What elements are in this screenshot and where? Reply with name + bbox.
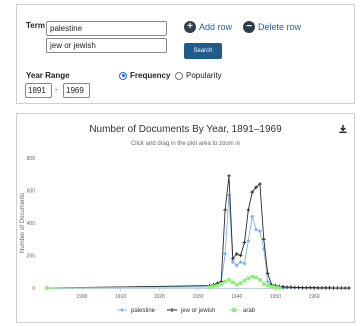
data-point-arab <box>262 282 266 286</box>
data-point-jew-or-jewish <box>339 286 344 290</box>
data-point-arab <box>223 279 227 284</box>
chart-title: Number of Documents By Year, 1891–1969 <box>89 124 282 135</box>
year-range-label: Year Range <box>26 71 70 80</box>
data-point-arab <box>215 283 220 288</box>
data-point-arab <box>231 280 235 285</box>
data-point-arab <box>250 274 255 279</box>
data-point-jew-or-jewish <box>227 174 231 178</box>
legend-marker-palestine <box>120 308 124 312</box>
data-point-jew-or-jewish <box>331 286 336 290</box>
frequency-radio-dot[interactable] <box>119 71 127 80</box>
chart-panel: 1900 1910 1920 1930 1940 1950 1960 0 200 400 600 80… <box>16 113 355 323</box>
data-point-jew-or-jewish <box>335 286 340 290</box>
y-tick-label: 800 <box>27 156 36 162</box>
data-point-arab <box>211 284 216 289</box>
delete-row-label: Delete row <box>258 22 302 32</box>
data-point-arab <box>234 282 239 287</box>
data-point-arab <box>273 285 278 290</box>
add-row-button[interactable]: + Add row <box>184 20 232 34</box>
data-point-palestine <box>254 227 259 232</box>
data-point-palestine <box>242 261 247 266</box>
legend-label-palestine: palestine <box>131 308 156 314</box>
data-point-arab <box>277 286 282 290</box>
popularity-radio[interactable]: Popularity <box>175 71 222 80</box>
add-row-label: Add row <box>199 22 233 32</box>
data-point-palestine <box>223 251 228 256</box>
y-axis-title: Number of Documents <box>20 193 26 253</box>
data-point-jew-or-jewish <box>246 208 251 212</box>
frequency-radio[interactable]: Frequency <box>119 71 170 80</box>
data-point-jew-or-jewish <box>320 286 324 290</box>
data-point-jew-or-jewish <box>343 286 347 290</box>
data-point-arab <box>269 284 274 289</box>
plus-circle-icon: + <box>184 21 196 33</box>
chart-subtitle: Click and drag in the plot area to zoom … <box>130 141 241 147</box>
data-point-jew-or-jewish <box>327 286 332 290</box>
term-input-1[interactable] <box>46 21 167 36</box>
x-tick-label: 1920 <box>154 294 165 300</box>
data-point-jew-or-jewish <box>242 240 247 245</box>
y-tick-label: 400 <box>27 221 36 227</box>
data-point-jew-or-jewish <box>223 208 227 212</box>
search-button[interactable]: Search <box>184 43 222 59</box>
minus-circle-icon: − <box>243 21 255 33</box>
data-point-arab <box>246 276 251 281</box>
data-point-arab <box>238 281 243 285</box>
data-point-arab <box>45 286 49 290</box>
year-range-dash: - <box>55 85 58 94</box>
legend-label-arab: arab <box>243 308 256 314</box>
data-point-jew-or-jewish <box>323 286 328 290</box>
data-point-arab <box>227 278 231 282</box>
delete-row-button[interactable]: − Delete row <box>243 20 301 34</box>
series-line-jew-or-jewish <box>46 175 349 289</box>
legend-marker-jew-or-jewish <box>170 308 174 312</box>
y-tick-label: 600 <box>27 189 36 195</box>
data-point-jew-or-jewish <box>347 286 351 290</box>
legend-label-jew-or-jewish: jew or jewish <box>180 308 215 314</box>
term-label: Term <box>26 21 45 30</box>
data-point-jew-or-jewish <box>262 237 266 242</box>
data-point-arab <box>207 285 212 289</box>
data-point-jew-or-jewish <box>316 286 320 290</box>
x-tick-label: 1950 <box>270 294 281 300</box>
search-panel: Term + Add row − Delete row Search Year … <box>16 4 355 104</box>
x-tick-label: 1960 <box>309 294 320 300</box>
data-point-arab <box>265 283 270 288</box>
x-tick-label: 1940 <box>231 294 242 300</box>
year-from-input[interactable] <box>25 83 52 98</box>
download-icon[interactable] <box>338 124 348 134</box>
year-to-input[interactable] <box>63 83 90 98</box>
y-tick-label: 0 <box>32 286 35 292</box>
data-point-jew-or-jewish <box>238 253 243 258</box>
frequency-radio-label: Frequency <box>130 71 171 80</box>
data-point-arab <box>258 278 262 282</box>
data-point-palestine <box>246 238 251 243</box>
x-tick-label: 1930 <box>192 294 203 300</box>
data-point-arab <box>242 278 247 283</box>
popularity-radio-dot[interactable] <box>175 71 183 80</box>
legend-marker-arab <box>232 308 236 312</box>
data-point-palestine <box>257 229 262 234</box>
x-tick-label: 1910 <box>115 294 126 300</box>
data-point-palestine <box>250 214 255 219</box>
y-tick-label: 200 <box>27 254 36 260</box>
data-point-arab <box>254 275 258 280</box>
data-point-arab <box>219 282 224 286</box>
popularity-radio-label: Popularity <box>186 71 222 80</box>
term-input-2[interactable] <box>46 38 167 53</box>
x-tick-label: 1900 <box>76 294 87 300</box>
